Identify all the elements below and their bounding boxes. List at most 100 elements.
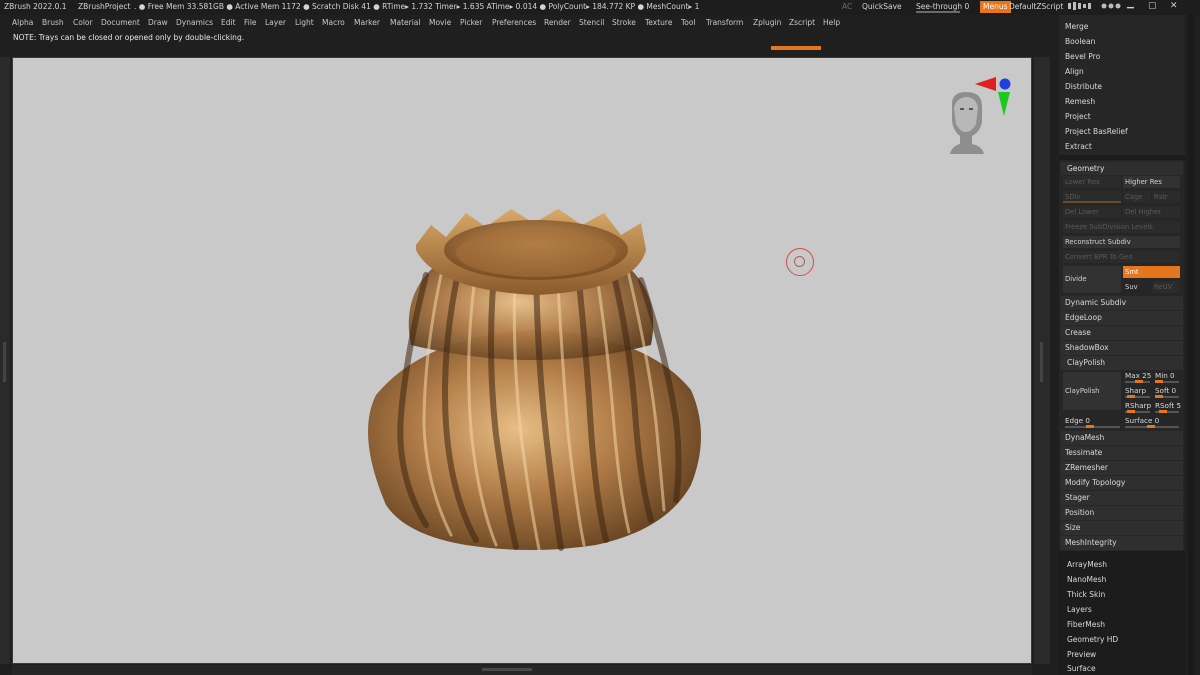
menu-file[interactable]: File [244, 18, 257, 27]
bottom-tray-handle[interactable] [482, 668, 532, 671]
sculpt-mesh[interactable] [346, 205, 716, 565]
fibermesh-section[interactable]: FiberMesh [1059, 617, 1185, 632]
surface-slider[interactable]: Surface 0 [1125, 416, 1159, 425]
distribute-button[interactable]: Distribute [1059, 79, 1185, 94]
layout-switch-icon[interactable] [1068, 1, 1092, 14]
rsharp-knob[interactable] [1127, 410, 1135, 413]
meshintegrity-section[interactable]: MeshIntegrity [1061, 536, 1183, 550]
menu-zplugin[interactable]: Zplugin [753, 18, 781, 27]
edgeloop-section[interactable]: EdgeLoop [1061, 311, 1183, 325]
claypolish-button[interactable]: ClayPolish [1063, 372, 1121, 410]
menu-alpha[interactable]: Alpha [12, 18, 33, 27]
menus-button[interactable]: Menus [980, 1, 1011, 13]
claypolish-section[interactable]: ClayPolish [1061, 356, 1183, 370]
menu-stencil[interactable]: Stencil [579, 18, 604, 27]
arraymesh-section[interactable]: ArrayMesh [1059, 557, 1185, 572]
minimize-icon[interactable]: ▁ [1127, 0, 1134, 9]
reuv-button[interactable]: ReUV [1152, 281, 1180, 293]
menu-material[interactable]: Material [390, 18, 420, 27]
panel-scrollbar[interactable] [1188, 15, 1194, 675]
navigation-head-gizmo[interactable] [938, 74, 1018, 159]
default-zscript-button[interactable]: DefaultZScript [1009, 2, 1063, 11]
divide-button[interactable]: Divide [1063, 266, 1121, 293]
restore-icon[interactable]: ▢ [1148, 1, 1157, 11]
surface-section[interactable]: Surface [1059, 662, 1185, 675]
sharp-knob[interactable] [1127, 395, 1135, 398]
preview-section[interactable]: Preview [1059, 647, 1185, 662]
menu-movie[interactable]: Movie [429, 18, 451, 27]
lower-res-button[interactable]: Lower Res [1063, 176, 1121, 188]
merge-button[interactable]: Merge [1059, 19, 1185, 34]
menu-color[interactable]: Color [73, 18, 93, 27]
position-section[interactable]: Position [1061, 506, 1183, 520]
boolean-button[interactable]: Boolean [1059, 34, 1185, 49]
dynamic-subdiv-section[interactable]: Dynamic Subdiv [1061, 296, 1183, 310]
layers-section[interactable]: Layers [1059, 602, 1185, 617]
layout-presets-icon[interactable] [1101, 1, 1121, 14]
tessimate-section[interactable]: Tessimate [1061, 446, 1183, 460]
align-button[interactable]: Align [1059, 64, 1185, 79]
menu-document[interactable]: Document [101, 18, 140, 27]
ac-indicator[interactable]: AC [842, 2, 852, 11]
menu-help[interactable]: Help [823, 18, 840, 27]
project-button[interactable]: Project [1059, 109, 1185, 124]
max-knob[interactable] [1135, 380, 1143, 383]
menu-macro[interactable]: Macro [322, 18, 345, 27]
thick-skin-section[interactable]: Thick Skin [1059, 587, 1185, 602]
menu-light[interactable]: Light [295, 18, 314, 27]
shadowbox-section[interactable]: ShadowBox [1061, 341, 1183, 355]
modify-topology-section[interactable]: Modify Topology [1061, 476, 1183, 490]
cage-button[interactable]: Cage [1123, 191, 1151, 203]
higher-res-button[interactable]: Higher Res [1123, 176, 1180, 188]
zremesher-section[interactable]: ZRemesher [1061, 461, 1183, 475]
menu-draw[interactable]: Draw [148, 18, 168, 27]
extract-button[interactable]: Extract [1059, 139, 1185, 154]
rsoft-slider[interactable]: RSoft 5 [1155, 401, 1181, 410]
menu-picker[interactable]: Picker [460, 18, 482, 27]
suv-toggle[interactable]: Suv [1123, 281, 1151, 293]
menu-texture[interactable]: Texture [645, 18, 672, 27]
quicksave-button[interactable]: QuickSave [862, 2, 902, 11]
menu-edit[interactable]: Edit [221, 18, 236, 27]
min-slider[interactable]: Min 0 [1155, 371, 1175, 380]
right-tray-handle[interactable] [1040, 342, 1043, 382]
sharp-slider[interactable]: Sharp [1125, 386, 1146, 395]
menu-tool[interactable]: Tool [681, 18, 696, 27]
del-lower-button[interactable]: Del Lower [1063, 206, 1121, 218]
geometry-hd-section[interactable]: Geometry HD [1059, 632, 1185, 647]
rsoft-knob[interactable] [1159, 410, 1167, 413]
edge-slider[interactable]: Edge 0 [1065, 416, 1090, 425]
menu-transform[interactable]: Transform [706, 18, 743, 27]
menu-preferences[interactable]: Preferences [492, 18, 536, 27]
right-tray[interactable] [1034, 57, 1050, 664]
left-tray[interactable] [0, 57, 10, 664]
bevel-pro-button[interactable]: Bevel Pro [1059, 49, 1185, 64]
convert-bpr-button[interactable]: Convert BPR To Geo [1063, 251, 1180, 263]
menu-marker[interactable]: Marker [354, 18, 380, 27]
min-knob[interactable] [1155, 380, 1163, 383]
soft-slider[interactable]: Soft 0 [1155, 386, 1176, 395]
crease-section[interactable]: Crease [1061, 326, 1183, 340]
stager-section[interactable]: Stager [1061, 491, 1183, 505]
rsharp-slider[interactable]: RSharp [1125, 401, 1151, 410]
dynamesh-section[interactable]: DynaMesh [1061, 431, 1183, 445]
menu-dynamics[interactable]: Dynamics [176, 18, 213, 27]
see-through-slider[interactable]: See-through 0 [914, 1, 972, 13]
nanomesh-section[interactable]: NanoMesh [1059, 572, 1185, 587]
freeze-subdivision-button[interactable]: Freeze SubDivision Levels [1063, 221, 1180, 233]
geometry-header[interactable]: Geometry [1061, 162, 1183, 175]
surface-knob[interactable] [1147, 425, 1155, 428]
smt-toggle[interactable]: Smt [1123, 266, 1180, 278]
menu-layer[interactable]: Layer [265, 18, 286, 27]
del-higher-button[interactable]: Del Higher [1123, 206, 1180, 218]
size-section[interactable]: Size [1061, 521, 1183, 535]
rstr-button[interactable]: Rstr [1152, 191, 1180, 203]
menu-stroke[interactable]: Stroke [612, 18, 636, 27]
menu-render[interactable]: Render [544, 18, 571, 27]
left-tray-handle[interactable] [3, 342, 6, 382]
menu-zscript[interactable]: Zscript [789, 18, 815, 27]
remesh-button[interactable]: Remesh [1059, 94, 1185, 109]
soft-knob[interactable] [1155, 395, 1163, 398]
reconstruct-subdiv-button[interactable]: Reconstruct Subdiv [1063, 236, 1180, 248]
edge-knob[interactable] [1086, 425, 1094, 428]
